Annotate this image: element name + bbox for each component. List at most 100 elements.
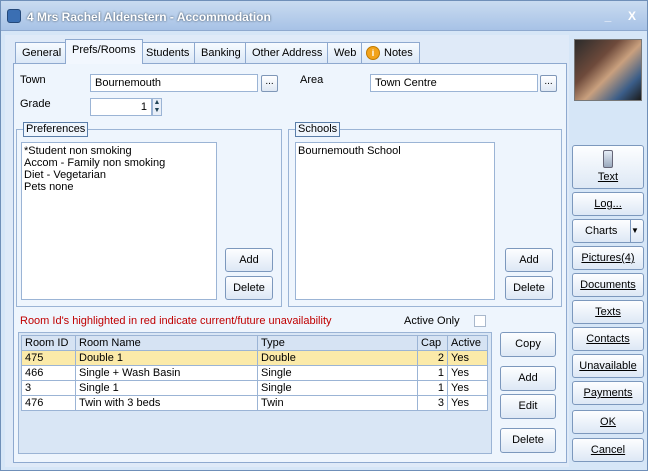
list-item[interactable]: Bournemouth School: [298, 145, 492, 157]
column-header[interactable]: Active: [447, 335, 488, 351]
grade-spinner[interactable]: ▲ ▼: [152, 98, 162, 116]
cancel-button[interactable]: Cancel: [572, 438, 644, 462]
table-row[interactable]: 476 Twin with 3 beds Twin 3 Yes: [21, 395, 488, 411]
tab-banking[interactable]: Banking: [194, 42, 248, 63]
window-title: 4 Mrs Rachel Aldenstern - Accommodation: [27, 10, 271, 24]
list-item[interactable]: Pets none: [24, 181, 214, 193]
list-item[interactable]: Diet - Vegetarian: [24, 169, 214, 181]
texts-button-label: Texts: [595, 306, 621, 318]
schools-group: Schools Bournemouth School Add Delete: [288, 122, 562, 307]
pictures-button[interactable]: Pictures(4): [572, 246, 644, 270]
list-item[interactable]: Accom - Family non smoking: [24, 157, 214, 169]
cell-room-id: 476: [21, 395, 76, 411]
preferences-delete-button[interactable]: Delete: [225, 276, 273, 300]
tab-notes-label: Notes: [384, 47, 413, 59]
copy-room-button[interactable]: Copy: [500, 332, 556, 357]
table-row[interactable]: 466 Single + Wash Basin Single 1 Yes: [21, 365, 488, 381]
cell-room-id: 466: [21, 365, 76, 381]
cell-room-id: 475: [21, 350, 76, 366]
column-header[interactable]: Cap: [417, 335, 448, 351]
contacts-button-label: Contacts: [586, 333, 630, 345]
active-only-label: Active Only: [404, 315, 460, 327]
town-field[interactable]: Bournemouth: [90, 74, 258, 92]
text-button[interactable]: Text: [572, 145, 644, 189]
grade-label: Grade: [20, 98, 51, 110]
log-button[interactable]: Log...: [572, 192, 644, 216]
schools-delete-button[interactable]: Delete: [505, 276, 553, 300]
delete-room-button[interactable]: Delete: [500, 428, 556, 453]
rooms-grid: Room ID Room Name Type Cap Active 475 Do…: [18, 332, 492, 454]
tab-students[interactable]: Students: [139, 42, 197, 63]
pictures-button-label: Pictures(4): [581, 252, 635, 264]
ok-button-label: OK: [600, 416, 616, 428]
charts-button[interactable]: Charts ▼: [572, 219, 644, 243]
texts-button[interactable]: Texts: [572, 300, 644, 324]
unavailability-warning: Room Id's highlighted in red indicate cu…: [20, 315, 332, 327]
cell-type: Single: [257, 380, 418, 396]
prefs-rooms-panel: Town Bournemouth ... Area Town Centre ..…: [13, 63, 567, 463]
cell-type: Twin: [257, 395, 418, 411]
documents-button[interactable]: Documents: [572, 273, 644, 297]
ok-button[interactable]: OK: [572, 410, 644, 434]
unavailable-button[interactable]: Unavailable: [572, 354, 644, 378]
action-sidebar: Text Log... Charts ▼ Pictures(4) Documen…: [569, 35, 647, 467]
list-item[interactable]: *Student non smoking: [24, 145, 214, 157]
tab-general[interactable]: General: [15, 42, 69, 63]
cell-cap: 3: [417, 395, 448, 411]
app-icon: [7, 9, 21, 23]
unavailable-button-label: Unavailable: [579, 360, 637, 372]
cell-type: Double: [257, 350, 418, 366]
table-row[interactable]: 3 Single 1 Single 1 Yes: [21, 380, 488, 396]
cell-room-id: 3: [21, 380, 76, 396]
tab-other-address[interactable]: Other Address: [245, 42, 330, 63]
cell-active: Yes: [447, 380, 488, 396]
accommodation-window: 4 Mrs Rachel Aldenstern - Accommodation …: [0, 0, 648, 471]
minimize-button[interactable]: _: [601, 9, 615, 23]
payments-button[interactable]: Payments: [572, 381, 644, 405]
charts-button-label: Charts: [585, 225, 618, 237]
cancel-button-label: Cancel: [590, 444, 626, 456]
cell-active: Yes: [447, 365, 488, 381]
rooms-table: Room ID Room Name Type Cap Active 475 Do…: [21, 335, 488, 411]
tab-web[interactable]: Web: [327, 42, 364, 63]
preferences-group: Preferences *Student non smoking Accom -…: [16, 122, 282, 307]
column-header[interactable]: Room Name: [75, 335, 258, 351]
column-header[interactable]: Room ID: [21, 335, 76, 351]
preferences-list[interactable]: *Student non smoking Accom - Family non …: [21, 142, 217, 300]
info-icon: i: [366, 46, 380, 60]
tab-prefs-rooms[interactable]: Prefs/Rooms: [65, 39, 143, 64]
town-label: Town: [20, 74, 46, 86]
schools-title: Schools: [295, 122, 341, 137]
area-field[interactable]: Town Centre: [370, 74, 538, 92]
client-area: General Prefs/Rooms Students Banking Oth…: [5, 35, 569, 467]
edit-room-button[interactable]: Edit: [500, 394, 556, 419]
table-row[interactable]: 475 Double 1 Double 2 Yes: [21, 350, 488, 366]
table-header-row: Room ID Room Name Type Cap Active: [21, 335, 488, 351]
cell-room-name: Single 1: [75, 380, 258, 396]
grade-field[interactable]: 1: [90, 98, 152, 116]
active-only-checkbox[interactable]: [474, 315, 486, 327]
town-lookup-button[interactable]: ...: [261, 75, 278, 92]
schools-add-button[interactable]: Add: [505, 248, 553, 272]
tab-notes[interactable]: i Notes: [361, 42, 420, 63]
area-lookup-button[interactable]: ...: [540, 75, 557, 92]
close-button[interactable]: X: [625, 9, 639, 23]
area-label: Area: [300, 74, 324, 86]
spin-down-icon[interactable]: ▼: [153, 107, 161, 115]
documents-button-label: Documents: [580, 279, 636, 291]
mobile-phone-icon: [603, 150, 613, 168]
column-header[interactable]: Type: [257, 335, 418, 351]
preferences-add-button[interactable]: Add: [225, 248, 273, 272]
preferences-title: Preferences: [23, 122, 89, 137]
payments-button-label: Payments: [583, 387, 633, 399]
contacts-button[interactable]: Contacts: [572, 327, 644, 351]
spin-up-icon[interactable]: ▲: [153, 99, 161, 107]
host-photo[interactable]: [574, 39, 642, 101]
title-bar: 4 Mrs Rachel Aldenstern - Accommodation …: [1, 1, 647, 31]
cell-room-name: Twin with 3 beds: [75, 395, 258, 411]
cell-room-name: Double 1: [75, 350, 258, 366]
schools-list[interactable]: Bournemouth School: [295, 142, 495, 300]
cell-type: Single: [257, 365, 418, 381]
chevron-down-icon[interactable]: ▼: [630, 219, 644, 243]
add-room-button[interactable]: Add: [500, 366, 556, 391]
